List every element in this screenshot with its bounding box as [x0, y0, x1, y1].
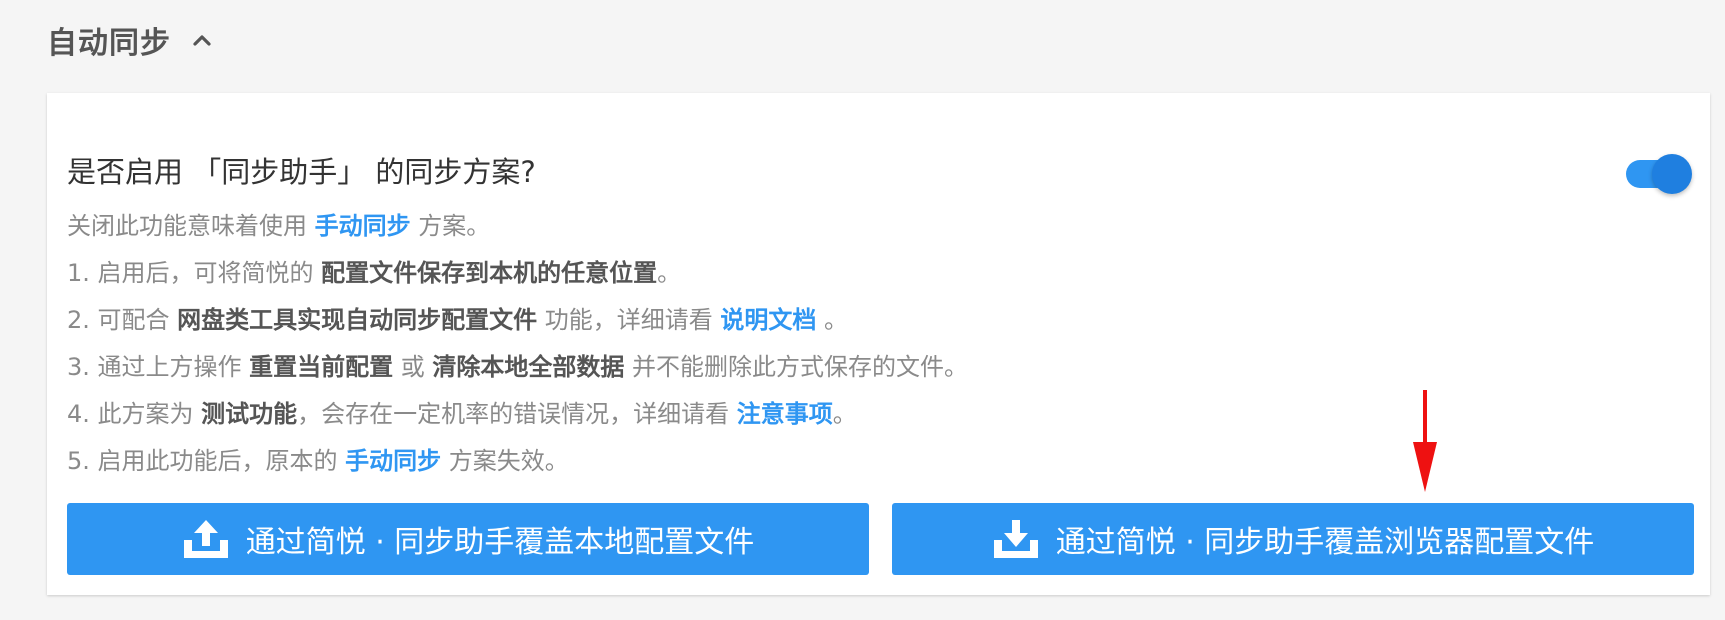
description-text: 5. 启用此功能后，原本的	[67, 447, 346, 475]
documentation-link[interactable]: 说明文档	[720, 306, 816, 334]
description-text: 。	[657, 259, 682, 287]
sync-settings-card: 是否启用 「同步助手」 的同步方案? 关闭此功能意味着使用 手动同步 方案。 1…	[47, 93, 1710, 595]
chevron-up-icon[interactable]	[191, 29, 213, 51]
description-line: 2. 可配合 网盘类工具实现自动同步配置文件 功能，详细请看 说明文档 。	[67, 297, 1687, 344]
overwrite-local-config-label: 通过简悦 · 同步助手覆盖本地配置文件	[245, 525, 755, 560]
overwrite-local-config-button[interactable]: 通过简悦 · 同步助手覆盖本地配置文件	[67, 503, 869, 575]
description-text: 功能，详细请看	[537, 306, 721, 334]
section-header[interactable]: 自动同步	[47, 18, 213, 62]
annotation-arrow-icon	[1413, 390, 1437, 492]
overwrite-browser-config-button[interactable]: 通过简悦 · 同步助手覆盖浏览器配置文件	[892, 503, 1694, 575]
manual-sync-link[interactable]: 手动同步	[345, 447, 441, 475]
description-text: 并不能删除此方式保存的文件。	[624, 353, 969, 381]
description-emphasis: 网盘类工具实现自动同步配置文件	[177, 306, 538, 334]
notes-link[interactable]: 注意事项	[737, 400, 833, 428]
description-text: 方案失效。	[441, 447, 569, 475]
sync-assistant-toggle[interactable]	[1626, 148, 1694, 194]
overwrite-browser-config-label: 通过简悦 · 同步助手覆盖浏览器配置文件	[1055, 525, 1595, 560]
description-emphasis: 重置当前配置	[249, 353, 394, 381]
description-text: 或	[393, 353, 433, 381]
manual-sync-link[interactable]: 手动同步	[315, 212, 411, 240]
description-text: 。	[816, 306, 849, 334]
description-text: 。	[832, 400, 857, 428]
section-title: 自动同步	[47, 26, 171, 61]
description-text: 3. 通过上方操作	[67, 353, 250, 381]
description-line: 5. 启用此功能后，原本的 手动同步 方案失效。	[67, 438, 1687, 485]
description-line: 4. 此方案为 测试功能，会存在一定机率的错误情况，详细请看 注意事项。	[67, 391, 1687, 438]
description-line: 关闭此功能意味着使用 手动同步 方案。	[67, 203, 1687, 250]
toggle-thumb	[1652, 154, 1692, 194]
sync-question: 是否启用 「同步助手」 的同步方案?	[67, 155, 536, 189]
description-text: 关闭此功能意味着使用	[67, 212, 315, 240]
description-text: 4. 此方案为	[67, 400, 202, 428]
sync-question-row: 是否启用 「同步助手」 的同步方案?	[67, 148, 1692, 194]
description-text: 方案。	[410, 212, 491, 240]
description-text: 1. 启用后，可将简悦的	[67, 259, 322, 287]
download-icon	[992, 518, 1040, 560]
description-line: 1. 启用后，可将简悦的 配置文件保存到本机的任意位置。	[67, 250, 1687, 297]
description-emphasis: 清除本地全部数据	[432, 353, 625, 381]
sync-description: 关闭此功能意味着使用 手动同步 方案。 1. 启用后，可将简悦的 配置文件保存到…	[67, 203, 1687, 485]
description-emphasis: 测试功能	[201, 400, 298, 428]
description-text: ，会存在一定机率的错误情况，详细请看	[297, 400, 737, 428]
description-emphasis: 配置文件保存到本机的任意位置	[321, 259, 658, 287]
description-text: 2. 可配合	[67, 306, 178, 334]
description-line: 3. 通过上方操作 重置当前配置 或 清除本地全部数据 并不能删除此方式保存的文…	[67, 344, 1687, 391]
upload-icon	[182, 518, 230, 560]
